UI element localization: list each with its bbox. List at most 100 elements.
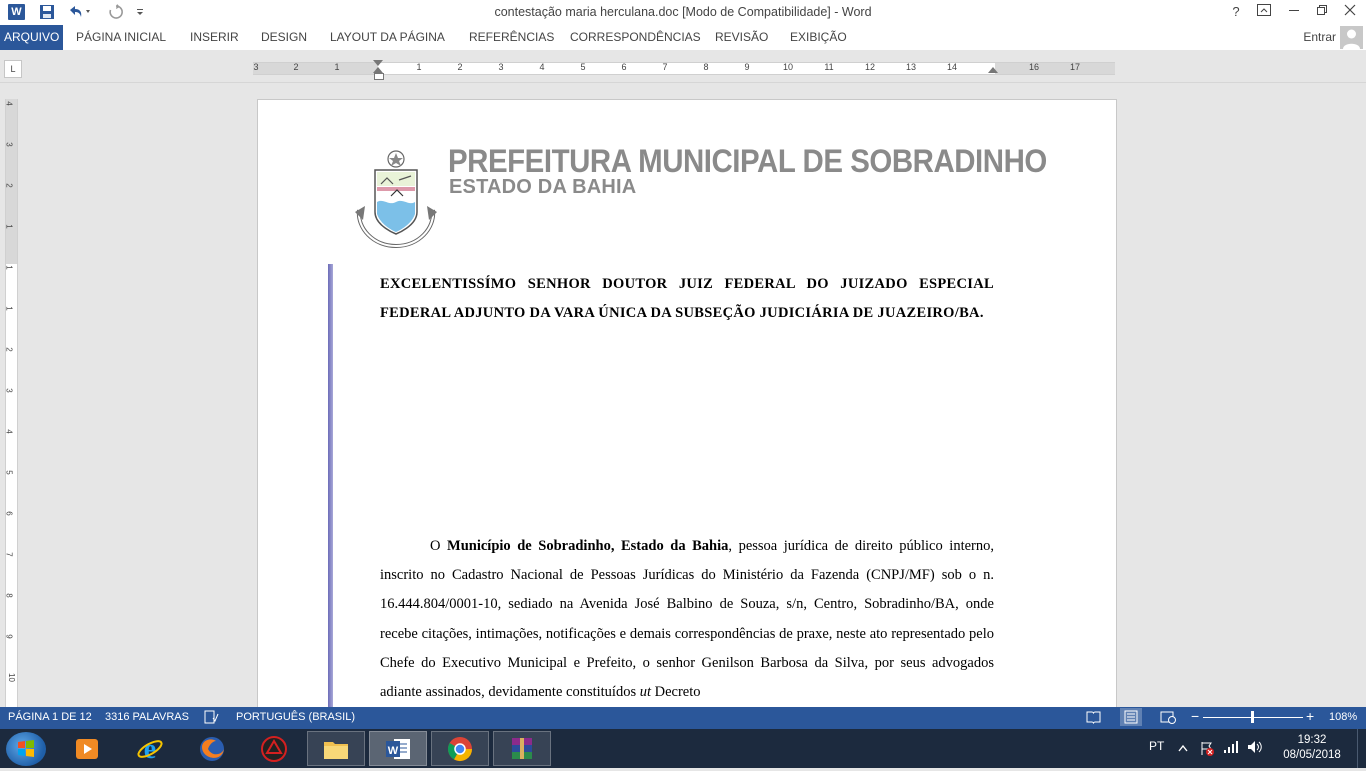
ruler-number: 5 (580, 62, 586, 72)
vruler-number: 4 (4, 101, 14, 106)
show-desktop-button[interactable] (1357, 729, 1366, 768)
document-title: contestação maria herculana.doc [Modo de… (494, 5, 872, 19)
vruler-number: 3 (4, 142, 14, 147)
tab-arquivo[interactable]: ARQUIVO (0, 25, 64, 50)
para-intro: O (430, 538, 448, 554)
zoom-in-button[interactable]: + (1306, 708, 1314, 724)
zoom-level[interactable]: 108% (1329, 711, 1357, 723)
vruler-number: 10 (6, 673, 16, 682)
start-button[interactable] (6, 732, 46, 766)
tab-stop-selector[interactable]: L (4, 60, 22, 78)
first-line-indent-marker[interactable] (373, 60, 383, 66)
print-layout-icon[interactable] (1120, 708, 1142, 726)
svg-text:e: e (144, 735, 156, 763)
winrar-icon (512, 737, 532, 759)
zoom-out-button[interactable]: − (1191, 708, 1199, 724)
page-count[interactable]: PÁGINA 1 DE 12 (8, 711, 92, 723)
clock-date: 08/05/2018 (1283, 749, 1341, 761)
vertical-ruler[interactable]: 4 3 2 1 1 1 2 3 4 5 6 7 8 9 10 (5, 99, 18, 707)
chrome-icon (447, 736, 472, 761)
ruler-number: 4 (539, 62, 545, 72)
ruler-number: 16 (1028, 62, 1040, 72)
language-indicator[interactable]: PORTUGUÊS (BRASIL) (236, 711, 355, 723)
sign-in-link[interactable]: Entrar (1303, 30, 1336, 44)
windows-taskbar: e W PT 19:32 08/05/2018 (0, 729, 1366, 768)
taskbar-chrome[interactable] (431, 731, 489, 766)
firefox-icon (200, 736, 224, 761)
tab-layout-da-pagina[interactable]: LAYOUT DA PÁGINA (330, 25, 445, 50)
ruler-number: 8 (703, 62, 709, 72)
ribbon-tab-bar: ARQUIVO PÁGINA INICIAL INSERIR DESIGN LA… (0, 25, 1366, 50)
help-button[interactable]: ? (1222, 2, 1250, 22)
vruler-number: 2 (4, 183, 14, 188)
tab-correspondencias[interactable]: CORRESPONDÊNCIAS (570, 25, 701, 50)
svg-text:W: W (388, 745, 399, 757)
taskbar-internet-explorer[interactable]: e (121, 731, 179, 766)
media-player-icon (76, 738, 98, 759)
red-gear-app-icon (261, 735, 287, 762)
opening-paragraph[interactable]: O Município de Sobradinho, Estado da Bah… (380, 532, 994, 707)
taskbar-word[interactable]: W (369, 731, 427, 766)
right-indent-marker[interactable] (988, 67, 998, 73)
zoom-slider-thumb[interactable] (1251, 711, 1254, 723)
system-clock[interactable]: 19:32 08/05/2018 (1276, 733, 1348, 763)
internet-explorer-icon: e (137, 735, 163, 763)
read-mode-icon[interactable] (1086, 710, 1101, 727)
taskbar-file-explorer[interactable] (307, 731, 365, 766)
word-count[interactable]: 3316 PALAVRAS (105, 711, 189, 723)
tab-referencias[interactable]: REFERÊNCIAS (469, 25, 554, 50)
ruler-number: 13 (905, 62, 917, 72)
proofing-icon[interactable] (204, 710, 219, 727)
action-center-flag-icon[interactable] (1199, 740, 1215, 759)
word-icon: W (386, 738, 410, 759)
vruler-number: 8 (4, 593, 14, 598)
ruler-left-margin (253, 63, 378, 74)
ruler-number: 3 (253, 62, 259, 72)
header-subtitle: ESTADO DA BAHIA (449, 176, 637, 198)
page-border-decoration (328, 264, 333, 720)
ruler-number: 10 (782, 62, 794, 72)
ruler-number: 6 (621, 62, 627, 72)
ribbon-display-options-button[interactable] (1250, 2, 1278, 22)
para-bold-entity: Município de Sobradinho, Estado da Bahia (447, 538, 729, 554)
vruler-number: 9 (4, 634, 14, 639)
municipal-coat-of-arms-icon (355, 150, 437, 249)
folder-icon (324, 741, 348, 759)
ruler-number: 7 (662, 62, 668, 72)
ruler-number: 2 (293, 62, 299, 72)
left-indent-marker[interactable] (374, 73, 384, 80)
volume-icon[interactable] (1247, 740, 1263, 757)
para-italic: ut (639, 684, 652, 701)
addressee-heading[interactable]: EXCELENTISSÍMO SENHOR DOUTOR JUIZ FEDERA… (380, 270, 994, 328)
taskbar-firefox[interactable] (183, 731, 241, 766)
show-hidden-icons-icon[interactable] (1178, 741, 1188, 755)
vertical-ruler-top-margin (6, 99, 17, 264)
input-language[interactable]: PT (1149, 739, 1164, 753)
vruler-number: 6 (4, 511, 14, 516)
ruler-number: 3 (498, 62, 504, 72)
taskbar-media-player[interactable] (58, 731, 116, 766)
web-layout-icon[interactable] (1160, 710, 1176, 727)
vruler-number: 7 (4, 552, 14, 557)
user-avatar[interactable] (1340, 26, 1363, 49)
tab-exibicao[interactable]: EXIBIÇÃO (790, 25, 847, 50)
document-page[interactable]: PREFEITURA MUNICIPAL DE SOBRADINHO ESTAD… (257, 99, 1117, 721)
close-button[interactable] (1336, 2, 1364, 22)
tab-pagina-inicial[interactable]: PÁGINA INICIAL (76, 25, 166, 50)
ruler-number: 2 (457, 62, 463, 72)
vruler-number: 3 (4, 388, 14, 393)
taskbar-winrar[interactable] (493, 731, 551, 766)
ruler-number: 9 (744, 62, 750, 72)
restore-button[interactable] (1308, 2, 1336, 22)
minimize-button[interactable] (1280, 2, 1308, 22)
network-signal-icon[interactable] (1223, 740, 1239, 757)
ruler-number: 17 (1069, 62, 1081, 72)
ruler-number: 11 (824, 62, 834, 72)
tab-revisao[interactable]: REVISÃO (715, 25, 768, 50)
taskbar-red-app[interactable] (245, 731, 303, 766)
clock-time: 19:32 (1297, 734, 1327, 746)
tab-inserir[interactable]: INSERIR (190, 25, 239, 50)
tab-design[interactable]: DESIGN (261, 25, 307, 50)
vruler-number: 5 (4, 470, 14, 475)
vruler-number: 1 (4, 224, 14, 229)
